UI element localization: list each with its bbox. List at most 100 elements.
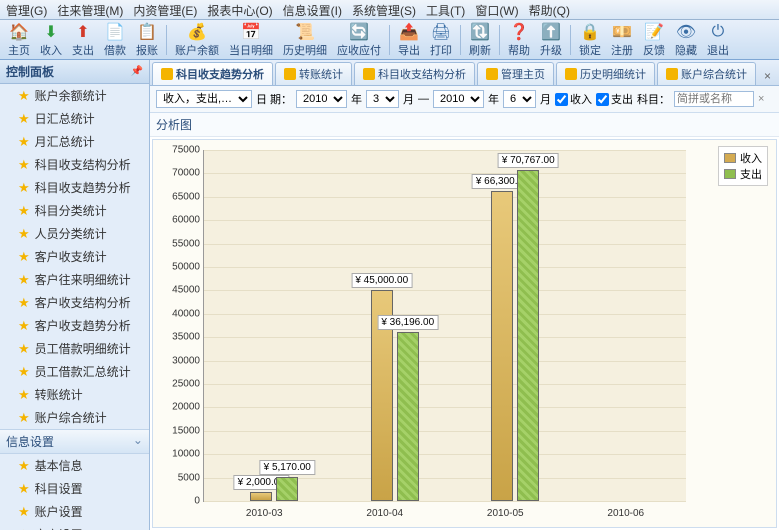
menu-item[interactable]: 报表中心(O) (207, 2, 272, 17)
nav-item[interactable]: ★客户收支统计 (0, 245, 149, 268)
toolbar-报账[interactable]: 📋报账 (132, 21, 162, 59)
tab-icon (161, 68, 173, 80)
收入-icon: ⬇ (41, 22, 61, 42)
chart: 收入 支出 科目收支走势分析 0500010000150002000025000… (152, 139, 777, 528)
toolbar-当日明细[interactable]: 📅当日明细 (225, 21, 277, 59)
tab-icon (666, 68, 678, 80)
filter-bar: 收入，支出,… 日 期： 2010 年 3 月 — 2010 年 6 月 收入 … (150, 86, 779, 113)
toolbar-注册[interactable]: 💴注册 (607, 21, 637, 59)
帮助-icon: ❓ (509, 22, 529, 42)
toolbar-separator (166, 25, 167, 55)
bar-expense (397, 332, 419, 501)
nav-item[interactable]: ★人员分类统计 (0, 222, 149, 245)
tab-科目收支结构分析[interactable]: 科目收支结构分析 (354, 62, 475, 85)
plot-area: 0500010000150002000025000300003500040000… (203, 150, 686, 502)
nav-item[interactable]: ★科目收支结构分析 (0, 153, 149, 176)
data-label: ¥ 5,170.00 (260, 460, 315, 475)
nav-item[interactable]: ★日汇总统计 (0, 107, 149, 130)
bar-expense (276, 477, 298, 501)
nav-item[interactable]: ★科目收支趋势分析 (0, 176, 149, 199)
toolbar-主页[interactable]: 🏠主页 (4, 21, 34, 59)
tab-转账统计[interactable]: 转账统计 (275, 62, 352, 85)
tab-icon (284, 68, 296, 80)
toolbar-隐藏[interactable]: 👁隐藏 (671, 21, 701, 59)
tab-账户综合统计[interactable]: 账户综合统计 (657, 62, 756, 85)
nav-item[interactable]: ★账户余额统计 (0, 84, 149, 107)
toolbar-收入[interactable]: ⬇收入 (36, 21, 66, 59)
反馈-icon: 📝 (644, 22, 664, 42)
nav-item[interactable]: ★账户综合统计 (0, 406, 149, 429)
menu-item[interactable]: 管理(G) (6, 2, 47, 17)
data-label: ¥ 36,196.00 (377, 315, 438, 330)
star-icon: ★ (18, 157, 30, 173)
nav-item[interactable]: ★基本信息 (0, 454, 149, 477)
tab-历史明细统计[interactable]: 历史明细统计 (556, 62, 655, 85)
toolbar-历史明细[interactable]: 📜历史明细 (279, 21, 331, 59)
chk-expense[interactable]: 支出 (596, 91, 633, 107)
nav-item[interactable]: ★员工借款汇总统计 (0, 360, 149, 383)
tab-科目收支趋势分析[interactable]: 科目收支趋势分析 (152, 62, 273, 85)
star-icon: ★ (18, 295, 30, 311)
toolbar-锁定[interactable]: 🔒锁定 (575, 21, 605, 59)
clear-icon[interactable]: × (758, 93, 764, 105)
date-label: 日 期： (256, 91, 292, 107)
打印-icon: 🖨 (431, 22, 451, 42)
toolbar-借款[interactable]: 📄借款 (100, 21, 130, 59)
main-area: 科目收支趋势分析转账统计科目收支结构分析管理主页历史明细统计账户综合统计× 收入… (150, 60, 779, 530)
menu-item[interactable]: 内资管理(E) (133, 2, 197, 17)
menu-item[interactable]: 信息设置(I) (283, 2, 342, 17)
tab-strip: 科目收支趋势分析转账统计科目收支结构分析管理主页历史明细统计账户综合统计× (150, 60, 779, 86)
group-header[interactable]: 信息设置 (0, 429, 149, 454)
nav-item[interactable]: ★客户往来明细统计 (0, 268, 149, 291)
nav-item[interactable]: ★月汇总统计 (0, 130, 149, 153)
star-icon: ★ (18, 341, 30, 357)
star-icon: ★ (18, 134, 30, 150)
star-icon: ★ (18, 387, 30, 403)
刷新-icon: 🔃 (470, 22, 490, 42)
month-to[interactable]: 6 (503, 90, 536, 108)
nav-item[interactable]: ★科目分类统计 (0, 199, 149, 222)
nav-item[interactable]: ★转账统计 (0, 383, 149, 406)
type-select[interactable]: 收入，支出,… (156, 90, 252, 108)
pin-icon[interactable] (131, 63, 143, 80)
toolbar-反馈[interactable]: 📝反馈 (639, 21, 669, 59)
toolbar-帮助[interactable]: ❓帮助 (504, 21, 534, 59)
year-to[interactable]: 2010 (433, 90, 484, 108)
star-icon: ★ (18, 249, 30, 265)
toolbar-刷新[interactable]: 🔃刷新 (465, 21, 495, 59)
tab-管理主页[interactable]: 管理主页 (477, 62, 554, 85)
menu-item[interactable]: 系统管理(S) (352, 2, 416, 17)
chart-section-title: 分析图 (150, 113, 779, 137)
toolbar-升级[interactable]: ⬆️升级 (536, 21, 566, 59)
toolbar-导出[interactable]: 📤导出 (394, 21, 424, 59)
nav-item[interactable]: ★员工借款明细统计 (0, 337, 149, 360)
tabs-close-icon[interactable]: × (758, 67, 777, 85)
nav-item[interactable]: ★客户设置 (0, 523, 149, 530)
star-icon: ★ (18, 272, 30, 288)
month-from[interactable]: 3 (366, 90, 399, 108)
锁定-icon: 🔒 (580, 22, 600, 42)
menu-item[interactable]: 帮助(Q) (529, 2, 570, 17)
toolbar-应收应付[interactable]: 🔄应收应付 (333, 21, 385, 59)
subject-input[interactable] (674, 91, 754, 107)
nav-item[interactable]: ★客户收支趋势分析 (0, 314, 149, 337)
star-icon: ★ (18, 318, 30, 334)
toolbar-支出[interactable]: ⬆支出 (68, 21, 98, 59)
menu-item[interactable]: 往来管理(M) (57, 2, 123, 17)
toolbar-separator (499, 25, 500, 55)
star-icon: ★ (18, 364, 30, 380)
chk-income[interactable]: 收入 (555, 91, 592, 107)
应收应付-icon: 🔄 (349, 22, 369, 42)
nav-item[interactable]: ★科目设置 (0, 477, 149, 500)
toolbar-打印[interactable]: 🖨打印 (426, 21, 456, 59)
year-from[interactable]: 2010 (296, 90, 347, 108)
toolbar-账户余额[interactable]: 💰账户余额 (171, 21, 223, 59)
star-icon: ★ (18, 226, 30, 242)
menu-item[interactable]: 窗口(W) (475, 2, 518, 17)
nav-item[interactable]: ★客户收支结构分析 (0, 291, 149, 314)
nav-item[interactable]: ★账户设置 (0, 500, 149, 523)
升级-icon: ⬆️ (541, 22, 561, 42)
menu-item[interactable]: 工具(T) (426, 2, 465, 17)
star-icon: ★ (18, 527, 30, 530)
toolbar-退出[interactable]: ⏻退出 (703, 21, 733, 59)
